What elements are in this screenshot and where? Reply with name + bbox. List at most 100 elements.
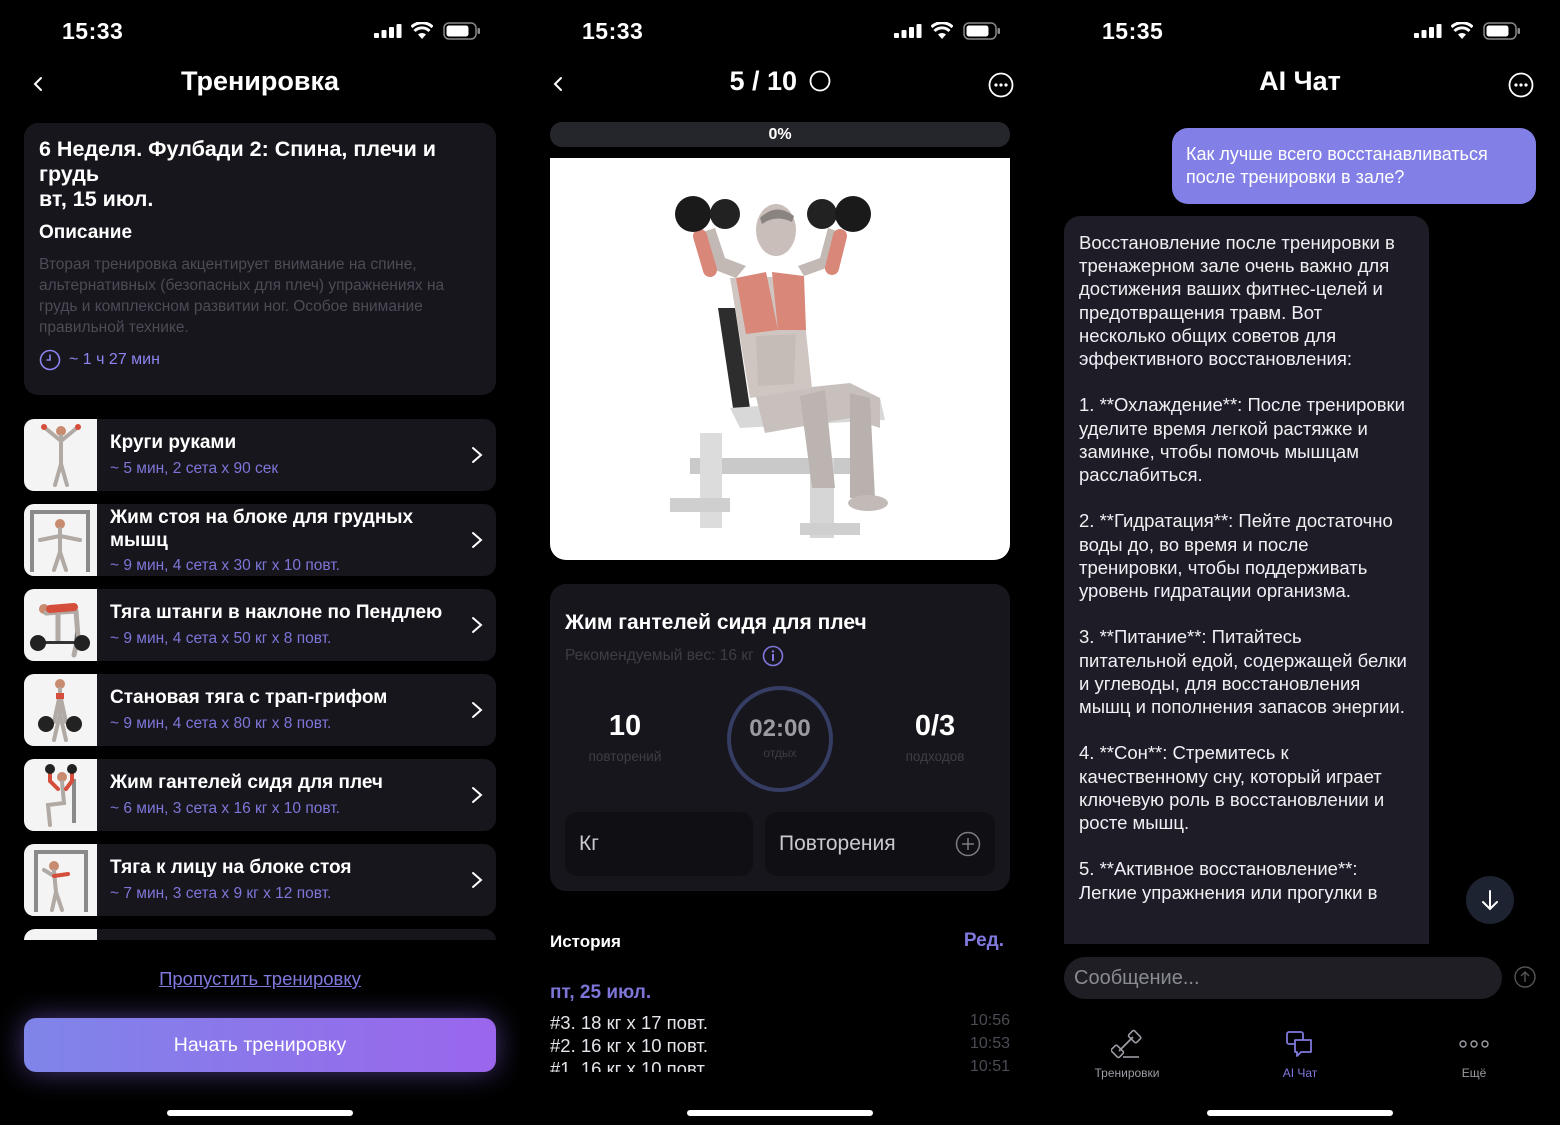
info-icon[interactable] [762,645,784,667]
recommended-weight: Рекомендуемый вес: 16 кг [565,645,784,667]
battery-icon [1483,22,1520,40]
history-time: 10:51 [969,1058,1010,1072]
exercise-name: Жим гантелей сидя для плеч [110,772,383,793]
home-indicator [1207,1110,1393,1116]
exercise-item[interactable]: Тяга штанги в наклоне по Пендлею ~ 9 мин… [24,589,496,661]
wifi-icon [1451,22,1473,39]
exercise-thumbnail [24,419,97,491]
exercise-name: Становая тяга с трап-грифом [110,687,388,708]
exercise-name: Жим гантелей сидя для плеч [565,611,867,634]
chat-screen: 15:35 AI Чат Как лучше всего восстанавли… [1040,0,1560,1125]
ai-paragraph: 1. **Охлаждение**: После тренировки удел… [1079,394,1405,486]
recommended-text: Рекомендуемый вес: 16 кг [565,647,754,664]
home-indicator [687,1110,873,1116]
exercise-item[interactable]: Круги руками ~ 5 мин, 2 сета х 90 сек [24,419,496,491]
wifi-icon [411,22,433,39]
tab-label: AI Чат [1282,1066,1318,1080]
history-time: 10:56 [969,1012,1010,1029]
exercise-name: Жим стоя на блоке для грудных мышц [110,507,414,551]
progress-label: 0% [768,126,792,143]
ai-paragraph: 4. **Сон**: Стремитесь к качественному с… [1079,742,1385,834]
page-title: AI Чат [1259,66,1341,96]
tab-workouts[interactable]: Тренировки [1067,1026,1187,1080]
edit-history-button[interactable]: Ред. [964,930,1004,952]
send-icon[interactable] [1514,966,1536,988]
chevron-right-icon [472,872,483,888]
exercise-item-partial [24,929,496,940]
status-bar: 15:33 [0,0,520,62]
ai-paragraph: 2. **Гидратация**: Пейте достаточно воды… [1079,510,1393,602]
history-entry: #1. 16 кг х 10 повт. [550,1058,708,1072]
history-time: 10:53 [969,1035,1010,1052]
reps-input[interactable]: Повторения [765,812,995,876]
status-time: 15:33 [62,18,124,44]
signal-icon [894,24,922,38]
chat-icon [1286,1031,1312,1057]
tab-label: Ещё [1461,1066,1487,1080]
signal-icon [374,24,402,38]
timer-value: 02:00 [749,715,811,742]
battery-icon [963,22,1000,40]
signal-icon [1414,24,1442,38]
kg-input[interactable]: Кг [565,812,753,876]
scroll-down-button[interactable] [1466,876,1514,924]
ai-message: Восстановление после тренировки в тренаж… [1064,216,1429,944]
workout-screen: 15:33 Тренировка 6 Неделя. Фулбади 2: Сп… [0,0,520,1125]
set-card: Жим гантелей сидя для плеч Рекомендуемый… [550,584,1010,891]
exercise-counter: 5 / 10 [520,66,1040,97]
exercise-item[interactable]: Тяга к лицу на блоке стоя ~ 7 мин, 3 сет… [24,844,496,916]
exercise-illustration [550,158,1010,560]
exercise-thumbnail [24,674,97,746]
start-workout-button[interactable]: Начать тренировку [24,1018,496,1072]
duration-text: ~ 1 ч 27 мин [69,351,160,368]
exercise-item[interactable]: Жим гантелей сидя для плеч ~ 6 мин, 3 се… [24,759,496,831]
more-options-icon[interactable] [1508,72,1534,98]
history-row: #3. 18 кг х 17 повт. 10:56 [550,1012,1010,1034]
history-entry: #3. 18 кг х 17 повт. [550,1012,708,1033]
sets-value: 0/3 [914,710,956,742]
sets-stat: 0/3 подходов [870,710,1000,764]
arrow-down-icon [1482,890,1498,911]
exercise-meta: ~ 9 мин, 4 сета х 80 кг х 8 повт. [110,715,332,732]
home-indicator [167,1110,353,1116]
ai-paragraph: 3. **Питание**: Питайтесь питательной ед… [1079,626,1407,718]
exercise-name: Тяга штанги в наклоне по Пендлею [110,602,443,623]
tab-ai-chat[interactable]: AI Чат [1240,1026,1360,1080]
skip-workout-link[interactable]: Пропустить тренировку [0,968,520,990]
dumbbell-icon [1111,1029,1142,1059]
add-set-icon[interactable] [955,831,981,857]
exercise-meta: ~ 9 мин, 4 сета х 30 кг х 10 повт. [110,557,340,574]
battery-icon [443,22,480,40]
tab-more[interactable]: Ещё [1414,1026,1534,1080]
exercise-meta: ~ 5 мин, 2 сета х 90 сек [110,460,279,477]
progress-bar: 0% [550,122,1010,147]
wifi-icon [931,22,953,39]
workout-summary-card: 6 Неделя. Фулбади 2: Спина, плечи и груд… [24,123,496,395]
message-input[interactable]: Сообщение... [1064,957,1502,999]
exercise-screen: 15:33 5 / 10 0% Жим гантелей сидя для пл… [520,0,1040,1125]
sets-label: подходов [905,749,965,764]
exercise-thumbnail [24,504,97,576]
status-bar: 15:35 [1040,0,1560,62]
workout-title: 6 Неделя. Фулбади 2: Спина, плечи и груд… [39,137,437,186]
timer-label: отдых [763,746,797,760]
clock-icon [39,349,61,371]
exercise-item[interactable]: Жим стоя на блоке для грудных мышц ~ 9 м… [24,504,496,576]
chevron-right-icon [472,617,483,633]
history-row: #2. 16 кг х 10 повт. 10:53 [550,1035,1010,1057]
chevron-right-icon [472,532,483,548]
circle-icon [809,70,830,92]
history-heading: История [550,932,621,951]
exercise-name: Круги руками [110,432,237,453]
exercise-thumbnail [24,844,97,916]
history-entry: #2. 16 кг х 10 повт. [550,1035,708,1056]
exercise-name: Тяга к лицу на блоке стоя [110,857,352,878]
history-date: пт, 25 июл. [550,982,652,1003]
reps-input-placeholder: Повторения [779,832,896,855]
exercise-item[interactable]: Становая тяга с трап-грифом ~ 9 мин, 4 с… [24,674,496,746]
history-row: #1. 16 кг х 10 повт. 10:51 [550,1058,1010,1072]
more-options-icon[interactable] [988,72,1014,98]
rest-timer[interactable]: 02:00 отдых [727,686,833,792]
user-message: Как лучше всего восстанавливаться после … [1172,128,1536,204]
chevron-right-icon [472,787,483,803]
